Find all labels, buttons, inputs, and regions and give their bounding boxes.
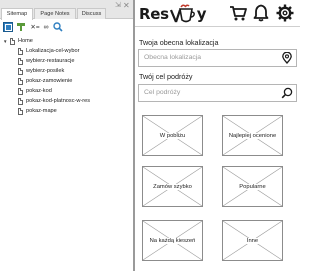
mockup-canvas: Res y Twoja obecna lokalizacja Obecna lo… [135,0,300,271]
tile-label: Najlepiej ocenione [227,132,278,139]
page-icon [18,68,23,75]
tile-label: Zamów szybko [152,183,193,190]
collapse-triangle-icon[interactable]: ▼ [3,37,9,46]
tree-node[interactable]: wybierz-restauracje [18,57,75,66]
tile-label: Popularne [238,183,267,190]
panel-tabs: Sitemap Page Notes Discuss ⇲ ✕ [0,0,133,20]
close-icon[interactable]: ✕ [123,2,130,10]
cup-logo-icon [169,4,195,23]
page-icon [18,58,23,65]
search-icon[interactable] [281,87,293,99]
page-icon [18,98,23,105]
settings-gear-icon[interactable] [276,4,294,22]
tree-node-home[interactable]: ▼ Home [3,37,33,46]
sitemap-panel: Sitemap Page Notes Discuss ⇲ ✕ ✕= ∞ ▼ Ho… [0,0,133,271]
page-icon [18,78,23,85]
tile-order-fast[interactable]: Zamów szybko [142,166,203,207]
page-icon [18,48,23,55]
destination-label: Twój cel podróży [139,72,193,81]
map-pin-icon[interactable] [281,52,293,64]
tree-node-label: Home [18,38,33,44]
tab-discuss[interactable]: Discuss [77,8,106,19]
tile-nearby[interactable]: W pobliżu [142,115,203,156]
delete-icon[interactable]: ✕= [30,22,40,32]
destination-input[interactable]: Cel podróży [138,84,297,102]
logo-text-right: y [196,5,207,23]
tree-node[interactable]: wybierz-posilek [18,67,64,76]
link-icon[interactable]: ∞ [41,22,51,32]
tree-node-label: pokaz-kod [26,88,52,94]
tile-label: Inne [245,237,260,244]
tab-page-notes[interactable]: Page Notes [34,8,76,19]
tile-label: Na każdą kieszeń [148,237,197,244]
bell-icon[interactable] [252,4,270,22]
page-icon [18,88,23,95]
tile-popular[interactable]: Popularne [222,166,283,207]
destination-placeholder: Cel podróży [144,89,181,96]
tree-node-label: pokaz-kod-platnosc-w-res [26,98,91,104]
tree-node-label: pokaz-zamowienie [26,78,73,84]
search-icon[interactable] [53,22,63,32]
app-header: Res y [135,0,300,27]
location-placeholder: Obecna lokalizacja [144,54,202,61]
logo-text-left: Res [139,5,169,23]
tab-sitemap[interactable]: Sitemap [1,8,33,20]
tree-node-label: wybierz-restauracje [26,58,75,64]
tree-node[interactable]: pokaz-kod-platnosc-w-res [18,97,90,106]
app-logo[interactable]: Res y [139,3,207,25]
cart-icon[interactable] [229,4,247,22]
tree-node-label: Lokalizacja-cel-wybor [26,48,80,54]
tile-label: W pobliżu [158,132,187,139]
pin-icon[interactable]: ⇲ [115,2,121,9]
location-input[interactable]: Obecna lokalizacja [138,49,297,67]
page-icon [10,38,15,45]
tree-node[interactable]: Lokalizacja-cel-wybor [18,47,79,56]
tile-other[interactable]: Inne [222,220,283,261]
add-page-icon[interactable] [3,22,13,32]
tree-node[interactable]: pokaz-mape [18,107,57,116]
tile-top-rated[interactable]: Najlepiej ocenione [222,115,283,156]
add-child-page-icon[interactable] [16,22,26,32]
tile-every-budget[interactable]: Na każdą kieszeń [142,220,203,261]
location-label: Twoja obecna lokalizacja [139,38,219,47]
page-icon [18,108,23,115]
sitemap-toolbar: ✕= ∞ [0,20,133,35]
tree-node-label: pokaz-mape [26,108,57,114]
tree-node[interactable]: pokaz-kod [18,87,52,96]
tree-node-label: wybierz-posilek [26,68,65,74]
tree-node[interactable]: pokaz-zamowienie [18,77,72,86]
